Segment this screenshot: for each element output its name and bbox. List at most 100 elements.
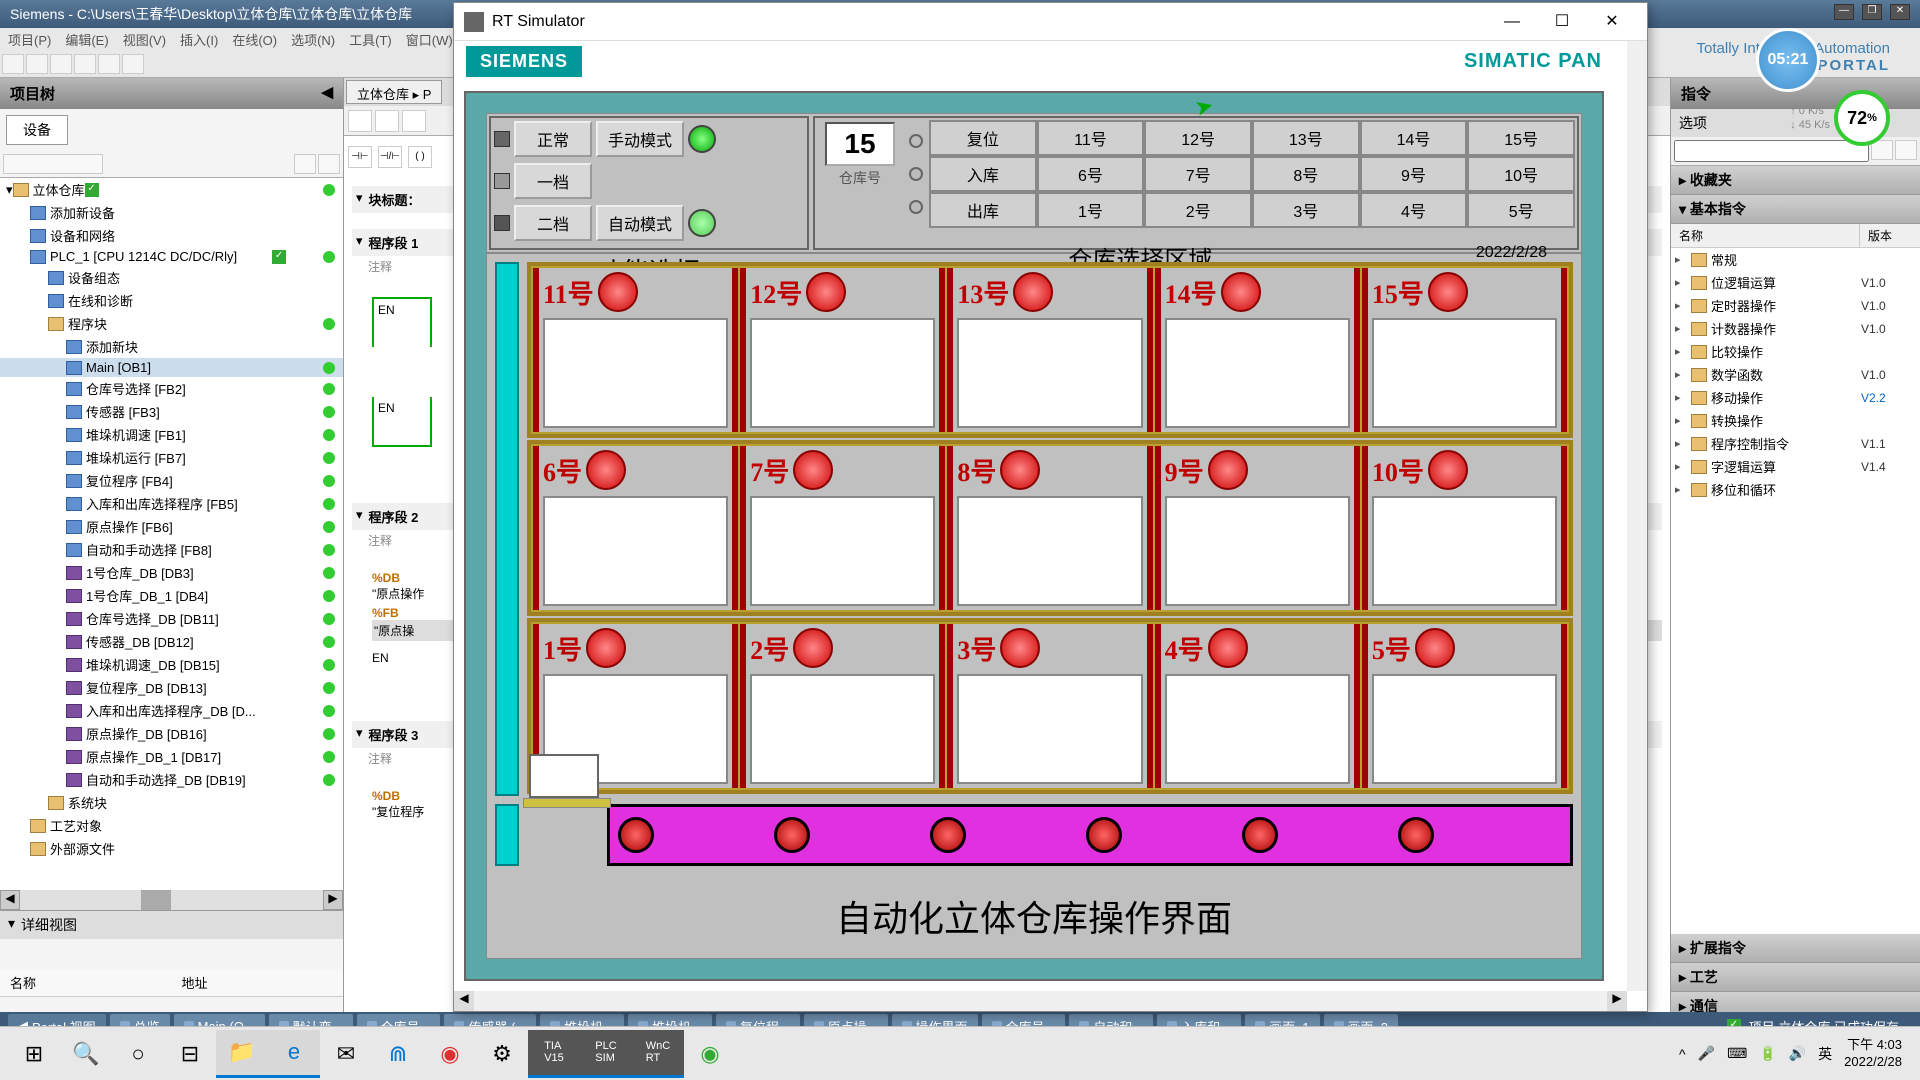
tray-battery-icon[interactable]: 🔋: [1759, 1045, 1776, 1062]
normal-button[interactable]: 正常: [514, 121, 592, 157]
instruction-category[interactable]: ▸移动操作V2.2: [1671, 386, 1920, 409]
operation-button[interactable]: 出库: [929, 192, 1037, 228]
search-icon[interactable]: 🔍: [60, 1030, 112, 1078]
tree-item[interactable]: 复位程序_DB [DB13]: [0, 676, 343, 699]
ladder-tool[interactable]: [348, 110, 372, 132]
tree-item[interactable]: 设备组态: [0, 266, 343, 289]
rt-titlebar[interactable]: RT Simulator — ☐ ✕: [454, 3, 1647, 41]
contact-icon[interactable]: ⊣/⊢: [378, 146, 402, 168]
instruction-category[interactable]: ▸程序控制指令V1.1: [1671, 432, 1920, 455]
tree-item[interactable]: 在线和诊断: [0, 289, 343, 312]
tray-mic-icon[interactable]: 🎤: [1698, 1045, 1715, 1062]
manual-mode-button[interactable]: 手动模式: [596, 121, 684, 157]
tree-content[interactable]: ▾ 立体仓库✓添加新设备设备和网络PLC_1 [CPU 1214C DC/DC/…: [0, 178, 343, 890]
rt-close-button[interactable]: ✕: [1587, 6, 1637, 38]
warehouse-select-button[interactable]: 7号: [1144, 156, 1252, 192]
tree-item[interactable]: 原点操作_DB [DB16]: [0, 722, 343, 745]
tree-item[interactable]: 入库和出库选择程序 [FB5]: [0, 492, 343, 515]
tray-volume-icon[interactable]: 🔊: [1789, 1045, 1806, 1062]
instruction-category[interactable]: ▸数学函数V1.0: [1671, 363, 1920, 386]
tree-btn[interactable]: [294, 154, 316, 174]
warehouse-select-button[interactable]: 3号: [1252, 192, 1360, 228]
tree-item[interactable]: 外部源文件: [0, 837, 343, 860]
warehouse-select-button[interactable]: 1号: [1037, 192, 1145, 228]
ladder-tool[interactable]: [402, 110, 426, 132]
tray-input-icon[interactable]: ⌨: [1727, 1045, 1747, 1062]
tree-item[interactable]: 自动和手动选择_DB [DB19]: [0, 768, 343, 791]
tree-item[interactable]: 堆垛机调速 [FB1]: [0, 423, 343, 446]
settings-icon[interactable]: ⚙: [476, 1030, 528, 1078]
tree-item[interactable]: 传感器_DB [DB12]: [0, 630, 343, 653]
operation-button[interactable]: 入库: [929, 156, 1037, 192]
toolbar-icon[interactable]: [122, 54, 144, 74]
warehouse-select-button[interactable]: 13号: [1252, 120, 1360, 156]
close-button[interactable]: ✕: [1890, 4, 1910, 20]
rt-minimize-button[interactable]: —: [1487, 6, 1537, 38]
warehouse-select-button[interactable]: 8号: [1252, 156, 1360, 192]
basic-section[interactable]: ▾ 基本指令: [1671, 195, 1920, 224]
tray-up-icon[interactable]: ^: [1679, 1046, 1686, 1062]
coil-icon[interactable]: ( ): [408, 146, 432, 168]
tree-search[interactable]: [3, 154, 103, 174]
tree-item[interactable]: 程序块: [0, 312, 343, 335]
toolbar-icon[interactable]: [26, 54, 48, 74]
tree-item[interactable]: 仓库号选择_DB [DB11]: [0, 607, 343, 630]
app-icon-green[interactable]: ◉: [684, 1030, 736, 1078]
tree-item[interactable]: 工艺对象: [0, 814, 343, 837]
mail-icon[interactable]: ✉: [320, 1030, 372, 1078]
tree-item[interactable]: 1号仓库_DB_1 [DB4]: [0, 584, 343, 607]
scroll-right-icon[interactable]: ▶: [1607, 991, 1627, 1011]
tree-item[interactable]: Main [OB1]: [0, 358, 343, 377]
instruction-category[interactable]: ▸位逻辑运算V1.0: [1671, 271, 1920, 294]
auto-mode-button[interactable]: 自动模式: [596, 205, 684, 241]
tree-btn[interactable]: [318, 154, 340, 174]
menu-window[interactable]: 窗口(W): [406, 30, 453, 50]
instruction-category[interactable]: ▸字逻辑运算V1.4: [1671, 455, 1920, 478]
tree-item[interactable]: 复位程序 [FB4]: [0, 469, 343, 492]
menu-project[interactable]: 项目(P): [8, 30, 51, 50]
scroll-left-icon[interactable]: ◀: [454, 991, 474, 1011]
tree-item[interactable]: PLC_1 [CPU 1214C DC/DC/Rly]✓: [0, 247, 343, 266]
menu-tools[interactable]: 工具(T): [349, 30, 392, 50]
taskbar-clock[interactable]: 下午 4:03 2022/2/28: [1844, 1037, 1902, 1071]
scroll-right-icon[interactable]: ▶: [323, 890, 343, 910]
toolbar-icon[interactable]: [98, 54, 120, 74]
tree-item[interactable]: 原点操作_DB_1 [DB17]: [0, 745, 343, 768]
instruction-list[interactable]: 名称 版本 ▸常规▸位逻辑运算V1.0▸定时器操作V1.0▸计数器操作V1.0▸…: [1671, 224, 1920, 934]
contact-icon[interactable]: ⊣⊢: [348, 146, 372, 168]
maximize-button[interactable]: ❐: [1862, 4, 1882, 20]
collapse-icon[interactable]: ◀: [321, 83, 333, 104]
menu-insert[interactable]: 插入(I): [180, 30, 218, 50]
menu-edit[interactable]: 编辑(E): [65, 30, 108, 50]
toolbar-icon[interactable]: [50, 54, 72, 74]
toolbar-icon[interactable]: [2, 54, 24, 74]
tree-hscroll[interactable]: ◀ ▶: [0, 890, 343, 910]
warehouse-select-button[interactable]: 11号: [1037, 120, 1145, 156]
tia-v15-icon[interactable]: TIAV15: [528, 1030, 580, 1078]
gear2-button[interactable]: 二档: [514, 205, 592, 241]
menu-options[interactable]: 选项(N): [291, 30, 335, 50]
instruction-category[interactable]: ▸移位和循环: [1671, 478, 1920, 501]
operation-button[interactable]: 复位: [929, 120, 1037, 156]
plcsim-icon[interactable]: PLCSIM: [580, 1030, 632, 1078]
tree-item[interactable]: 系统块: [0, 791, 343, 814]
floating-clock-widget[interactable]: 05:21: [1756, 28, 1820, 92]
ladder-tool[interactable]: [375, 110, 399, 132]
menu-online[interactable]: 在线(O): [232, 30, 277, 50]
tree-item[interactable]: 传感器 [FB3]: [0, 400, 343, 423]
instruction-category[interactable]: ▸定时器操作V1.0: [1671, 294, 1920, 317]
start-button[interactable]: ⊞: [8, 1030, 60, 1078]
tree-item[interactable]: 堆垛机运行 [FB7]: [0, 446, 343, 469]
tree-item[interactable]: 原点操作 [FB6]: [0, 515, 343, 538]
rt-maximize-button[interactable]: ☐: [1537, 6, 1587, 38]
editor-tab[interactable]: 立体仓库 ▸ P: [346, 80, 442, 104]
warehouse-select-button[interactable]: 2号: [1144, 192, 1252, 228]
rt-vscroll[interactable]: [1627, 41, 1647, 991]
floating-network-meter[interactable]: ↑ 0 K/s ↓ 45 K/s 72%: [1790, 90, 1890, 146]
scroll-left-icon[interactable]: ◀: [0, 890, 20, 910]
warehouse-select-button[interactable]: 14号: [1360, 120, 1468, 156]
warehouse-select-button[interactable]: 15号: [1467, 120, 1575, 156]
warehouse-select-button[interactable]: 4号: [1360, 192, 1468, 228]
minimize-button[interactable]: —: [1834, 4, 1854, 20]
instruction-category[interactable]: ▸转换操作: [1671, 409, 1920, 432]
